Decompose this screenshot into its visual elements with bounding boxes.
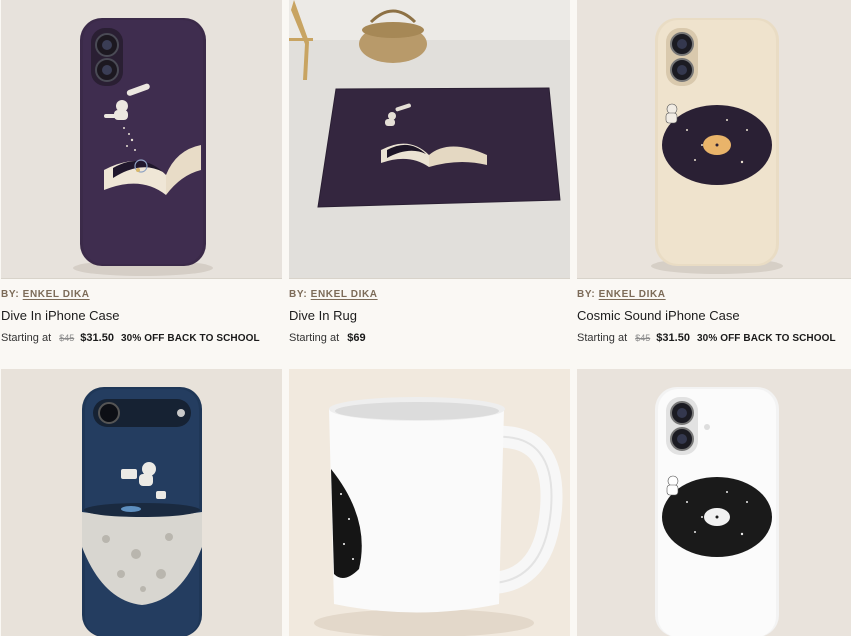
starting-at-label: Starting at bbox=[289, 332, 340, 344]
sale-price: $31.50 bbox=[656, 332, 690, 344]
sale-price: $69 bbox=[347, 332, 366, 344]
artist-link[interactable]: ENKEL DIKA bbox=[311, 289, 378, 300]
image-divider bbox=[577, 278, 851, 279]
product-title[interactable]: Dive In Rug bbox=[289, 308, 570, 324]
artist-link[interactable]: ENKEL DIKA bbox=[599, 289, 666, 300]
product-card[interactable]: BY: ENKEL DIKA Dive In iPhone Case Start… bbox=[1, 0, 282, 344]
product-image[interactable] bbox=[1, 0, 282, 279]
product-image[interactable] bbox=[289, 369, 570, 636]
promo-badge: 30% OFF BACK TO SCHOOL bbox=[697, 333, 836, 344]
product-meta: BY: ENKEL DIKA Dive In iPhone Case Start… bbox=[1, 288, 282, 346]
artist-credit: BY: ENKEL DIKA bbox=[289, 288, 570, 302]
product-image[interactable] bbox=[1, 369, 282, 636]
artist-link[interactable]: ENKEL DIKA bbox=[23, 289, 90, 300]
artist-credit: BY: ENKEL DIKA bbox=[577, 288, 851, 302]
image-divider bbox=[1, 278, 282, 279]
product-meta: BY: ENKEL DIKA Dive In Rug Starting at $… bbox=[289, 288, 570, 345]
product-card[interactable] bbox=[577, 369, 851, 636]
original-price: $45 bbox=[635, 333, 651, 343]
product-title[interactable]: Cosmic Sound iPhone Case bbox=[577, 308, 851, 324]
product-image[interactable] bbox=[577, 369, 851, 636]
starting-at-label: Starting at bbox=[1, 332, 52, 344]
by-label: BY: bbox=[577, 289, 596, 300]
starting-at-label: Starting at bbox=[577, 332, 628, 344]
product-card[interactable] bbox=[289, 369, 570, 636]
product-image[interactable] bbox=[289, 0, 570, 279]
by-label: BY: bbox=[1, 289, 20, 300]
price-line: Starting at $69 bbox=[289, 331, 570, 345]
product-meta: BY: ENKEL DIKA Cosmic Sound iPhone Case … bbox=[577, 288, 851, 346]
product-card[interactable]: BY: ENKEL DIKA Dive In Rug Starting at $… bbox=[289, 0, 570, 344]
product-card[interactable] bbox=[1, 369, 282, 636]
promo-badge: 30% OFF BACK TO SCHOOL bbox=[121, 333, 260, 344]
product-card[interactable]: BY: ENKEL DIKA Cosmic Sound iPhone Case … bbox=[577, 0, 851, 344]
product-title[interactable]: Dive In iPhone Case bbox=[1, 308, 282, 324]
product-image[interactable] bbox=[577, 0, 851, 279]
image-divider bbox=[289, 278, 570, 279]
price-line: Starting at $45 $31.50 30% OFF BACK TO S… bbox=[577, 331, 851, 346]
artist-credit: BY: ENKEL DIKA bbox=[1, 288, 282, 302]
original-price: $45 bbox=[59, 333, 75, 343]
price-line: Starting at $45 $31.50 30% OFF BACK TO S… bbox=[1, 331, 282, 346]
sale-price: $31.50 bbox=[80, 332, 114, 344]
by-label: BY: bbox=[289, 289, 308, 300]
